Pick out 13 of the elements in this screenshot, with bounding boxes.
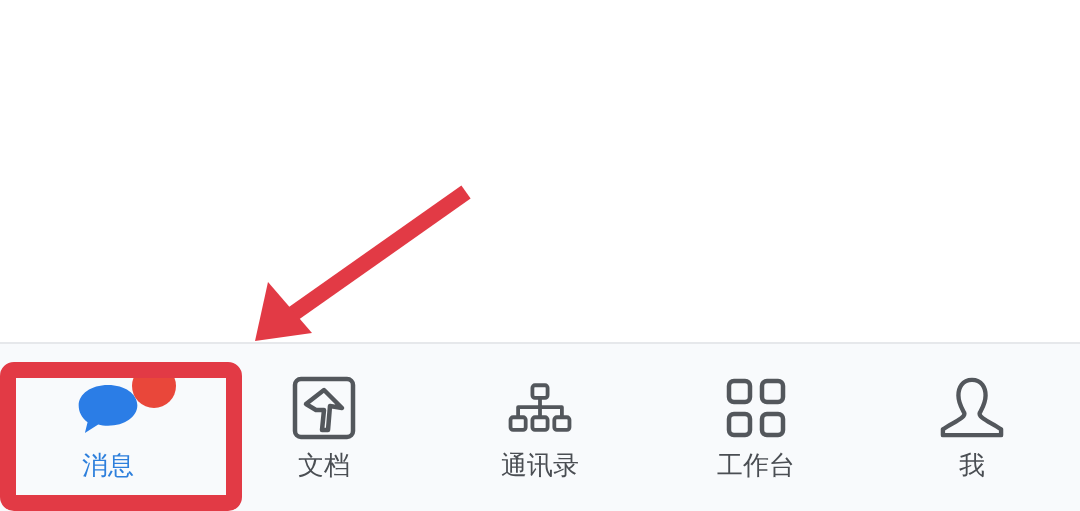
- tab-label: 文档: [298, 450, 350, 480]
- tab[interactable]: 工作台: [648, 344, 864, 511]
- tab[interactable]: 我: [864, 344, 1080, 511]
- tab-label: 通讯录: [501, 450, 579, 480]
- tab[interactable]: 文档: [216, 344, 432, 511]
- tab-label: 消息: [82, 450, 134, 480]
- tab[interactable]: 消息: [0, 344, 216, 511]
- tab[interactable]: 通讯录: [432, 344, 648, 511]
- grid-icon: [726, 378, 786, 438]
- person-icon: [940, 376, 1004, 440]
- document-icon: [292, 376, 356, 440]
- tab-label: 我: [959, 450, 985, 480]
- tab-label: 工作台: [717, 450, 795, 480]
